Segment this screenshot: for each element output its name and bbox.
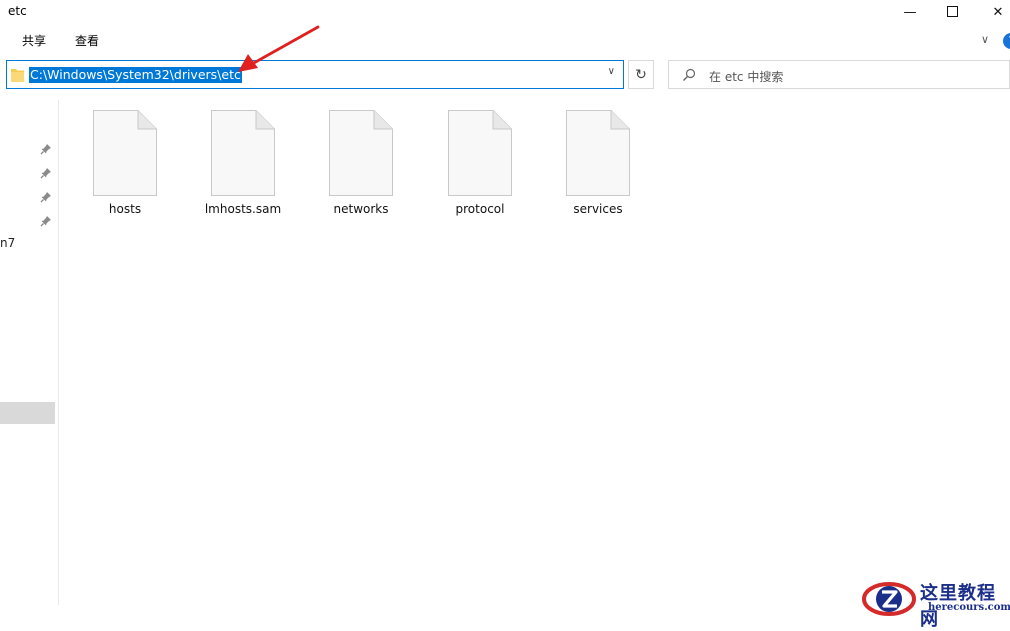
address-dropdown-icon[interactable]: ∨ xyxy=(608,66,615,77)
pin-icon[interactable] xyxy=(40,191,52,203)
ribbon-collapse-icon[interactable]: ∨ xyxy=(981,33,989,46)
file-icon xyxy=(448,110,512,196)
search-icon xyxy=(683,68,696,81)
close-button[interactable]: ✕ xyxy=(975,0,1010,24)
minimize-button[interactable]: — xyxy=(887,0,933,24)
file-item-networks[interactable]: networks xyxy=(311,110,411,220)
maximize-button[interactable] xyxy=(930,0,976,24)
file-item-protocol[interactable]: protocol xyxy=(430,110,530,220)
search-placeholder: 在 etc 中搜索 xyxy=(709,70,784,84)
tab-view[interactable]: 查看 xyxy=(75,32,99,49)
maximize-icon xyxy=(947,6,958,17)
file-name: protocol xyxy=(455,202,505,216)
nav-item-truncated[interactable]: n7 xyxy=(0,236,15,250)
watermark-logo-icon xyxy=(862,582,916,616)
address-path[interactable]: C:\Windows\System32\drivers\etc xyxy=(29,67,242,83)
file-name: hosts xyxy=(108,202,142,216)
file-name: services xyxy=(573,202,623,216)
file-item-services[interactable]: services xyxy=(548,110,648,220)
file-item-hosts[interactable]: hosts xyxy=(75,110,175,220)
watermark-url: herecours.com xyxy=(928,602,1010,613)
file-item-lmhosts[interactable]: lmhosts.sam xyxy=(193,110,293,220)
file-icon xyxy=(93,110,157,196)
window-title: etc xyxy=(8,4,27,18)
search-input[interactable]: 在 etc 中搜索 xyxy=(668,60,1010,89)
file-name: lmhosts.sam xyxy=(204,202,282,216)
refresh-button[interactable]: ↻ xyxy=(628,60,654,89)
nav-pane-divider xyxy=(58,100,59,605)
pin-icon[interactable] xyxy=(40,215,52,227)
file-icon xyxy=(211,110,275,196)
file-icon xyxy=(566,110,630,196)
nav-item-selected[interactable] xyxy=(0,402,55,424)
file-name: networks xyxy=(333,202,389,216)
annotation-arrow-icon xyxy=(238,25,320,72)
watermark: 这里教程网 herecours.com xyxy=(862,577,1010,630)
tab-share[interactable]: 共享 xyxy=(22,32,46,49)
file-icon xyxy=(329,110,393,196)
folder-icon xyxy=(11,69,24,82)
pin-icon[interactable] xyxy=(40,167,52,179)
pin-icon[interactable] xyxy=(40,143,52,155)
help-icon[interactable]: ? xyxy=(1003,33,1010,49)
